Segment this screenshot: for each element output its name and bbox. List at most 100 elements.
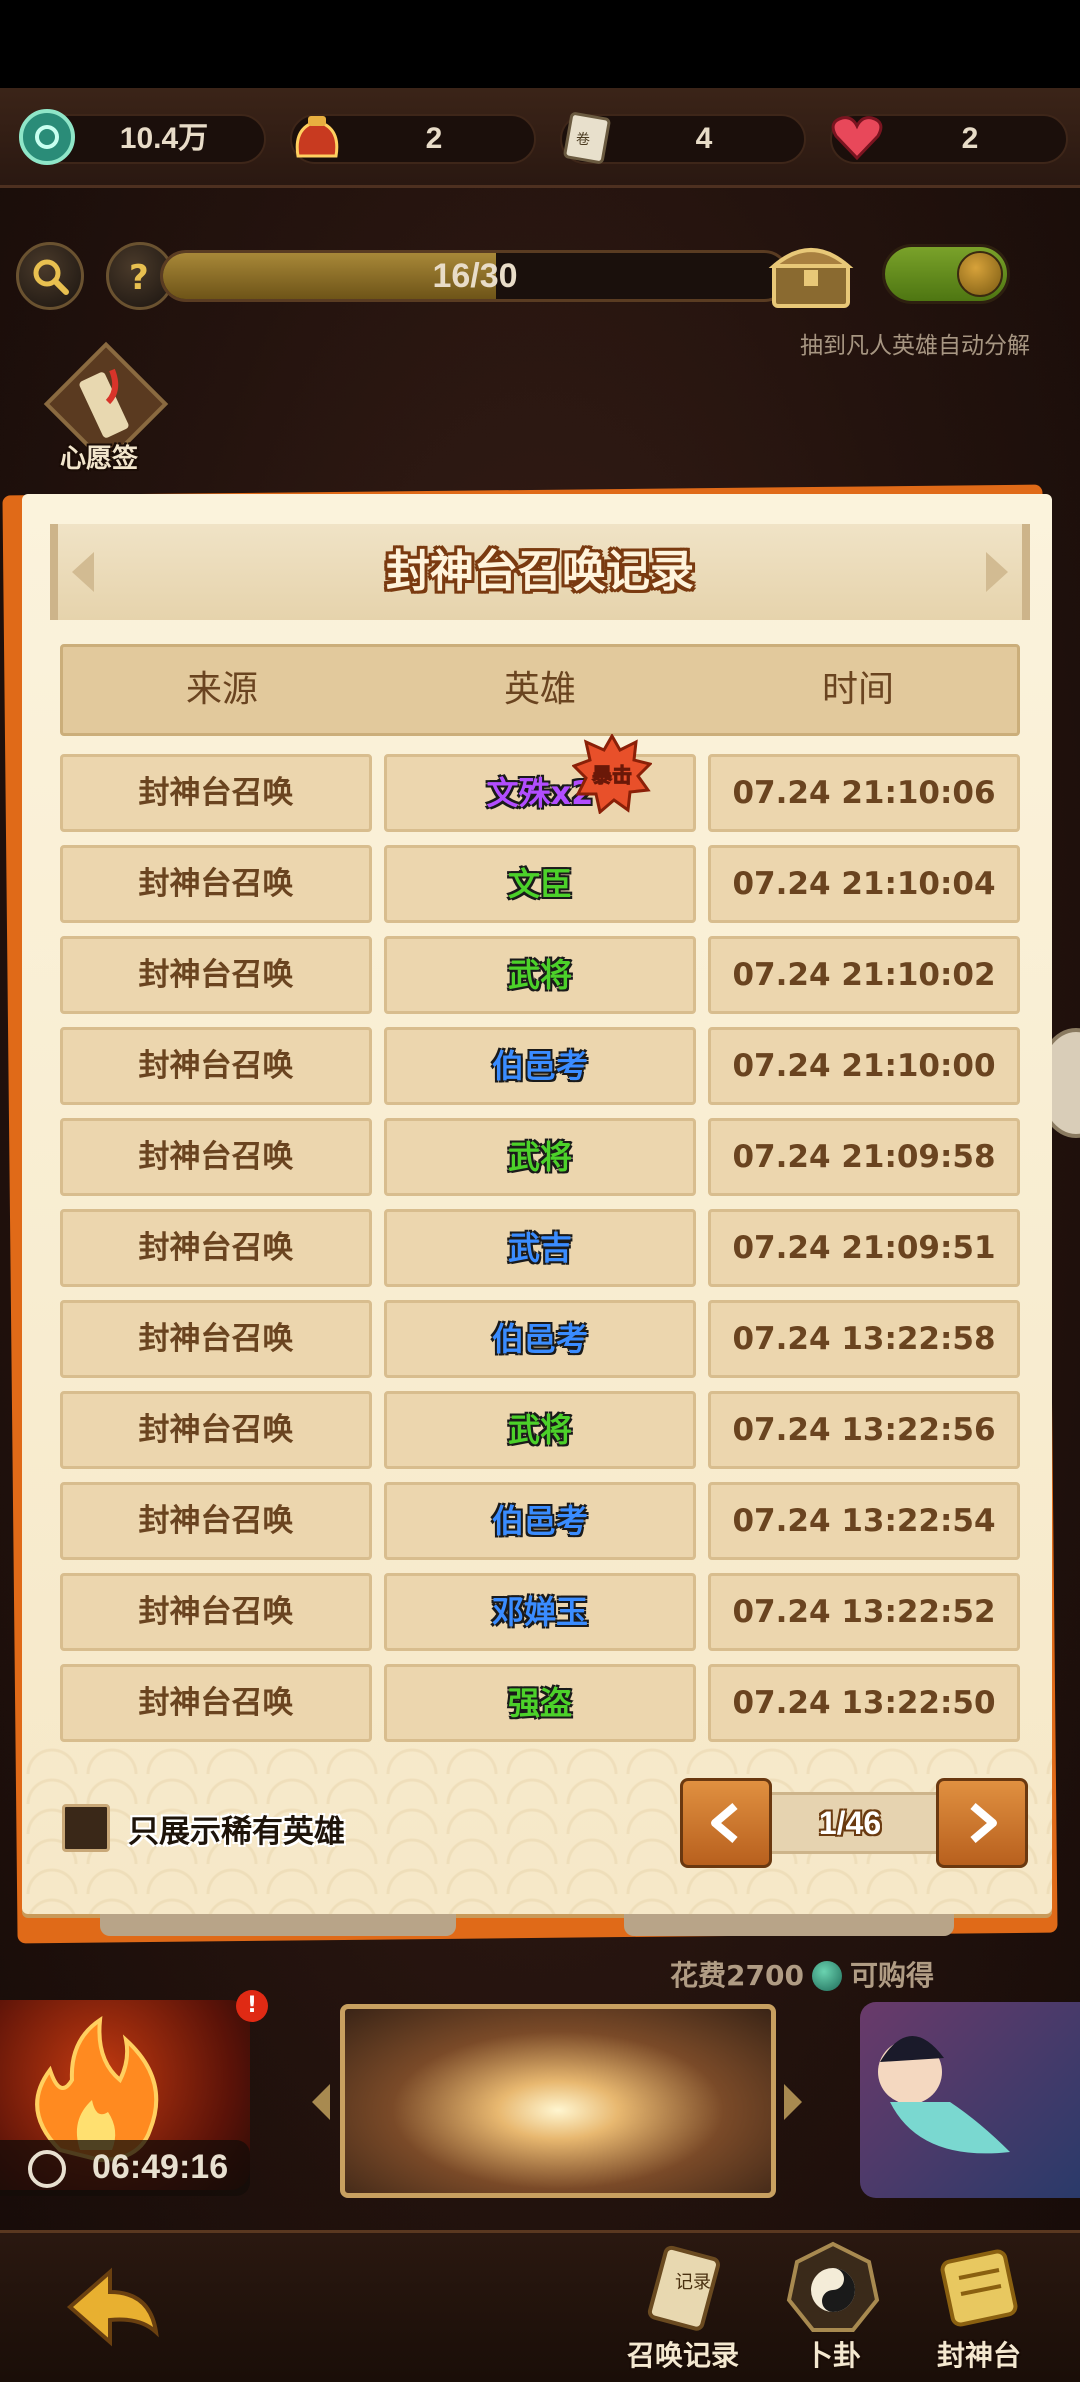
question-icon: ? bbox=[129, 258, 149, 296]
rare-only-checkbox[interactable] bbox=[62, 1804, 110, 1852]
column-header-source: 来源 bbox=[185, 669, 258, 710]
time-cell: 07.24 13:22:54 bbox=[708, 1482, 1020, 1560]
dialog-title: 封神台召唤记录 bbox=[386, 546, 694, 597]
tab-summon-record[interactable]: 记录 召唤记录 bbox=[618, 2238, 748, 2378]
table-row: 封神台召唤 伯邑考 07.24 21:10:00 bbox=[60, 1027, 1020, 1105]
chevron-right-icon bbox=[970, 1802, 997, 1844]
source-cell: 封神台召唤 bbox=[60, 1209, 372, 1287]
carousel-next-arrow[interactable] bbox=[784, 2084, 802, 2120]
next-page-button[interactable] bbox=[936, 1778, 1028, 1868]
source-cell: 封神台召唤 bbox=[60, 1573, 372, 1651]
search-icon bbox=[33, 259, 69, 295]
hero-name: 邓婵玉 bbox=[491, 1593, 588, 1631]
resource-scroll-value: 4 bbox=[695, 122, 713, 155]
source-cell: 封神台召唤 bbox=[60, 1027, 372, 1105]
summon-portal-card[interactable] bbox=[340, 2004, 776, 2198]
hero-name: 武将 bbox=[507, 1138, 572, 1176]
resource-jade-value: 10.4万 bbox=[119, 122, 209, 155]
jade-coin-icon bbox=[811, 1961, 842, 1991]
source-cell: 封神台召唤 bbox=[60, 1482, 372, 1560]
cost-text: 花费2700 可购得 bbox=[670, 1954, 934, 1994]
button-strip-right bbox=[624, 1914, 954, 1936]
tab-label: 卜卦 bbox=[804, 2339, 861, 2372]
resource-pouch-value: 2 bbox=[425, 122, 443, 155]
crit-badge: 暴击 bbox=[572, 734, 652, 814]
source-cell: 封神台召唤 bbox=[60, 845, 372, 923]
altar-scroll-icon bbox=[940, 2249, 1018, 2327]
table-row: 封神台召唤 强盗 07.24 13:22:50 bbox=[60, 1664, 1020, 1742]
time-cell: 07.24 13:22:50 bbox=[708, 1664, 1020, 1742]
search-button[interactable] bbox=[16, 242, 84, 310]
hero-cell: 伯邑考 bbox=[384, 1300, 696, 1378]
carousel-prev-arrow[interactable] bbox=[312, 2084, 330, 2120]
rare-only-label[interactable]: 只展示稀有英雄 bbox=[128, 1806, 345, 1851]
source-cell: 封神台召唤 bbox=[60, 1391, 372, 1469]
hero-cell: 伯邑考 bbox=[384, 1482, 696, 1560]
time-cell: 07.24 13:22:52 bbox=[708, 1573, 1020, 1651]
tab-fengshen-altar[interactable]: 封神台 bbox=[914, 2238, 1044, 2378]
hero-cell: 邓婵玉 bbox=[384, 1573, 696, 1651]
tab-divination[interactable]: 卜卦 bbox=[768, 2238, 898, 2378]
time-cell: 07.24 21:10:00 bbox=[708, 1027, 1020, 1105]
table-row: 封神台召唤 武将 07.24 21:10:02 bbox=[60, 936, 1020, 1014]
hero-cell: 武将 bbox=[384, 936, 696, 1014]
hero-name: 武将 bbox=[507, 1411, 572, 1449]
table-row: 封神台召唤 文臣 07.24 21:10:04 bbox=[60, 845, 1020, 923]
prev-page-button[interactable] bbox=[680, 1778, 772, 1868]
hero-name: 强盗 bbox=[507, 1684, 572, 1722]
back-arrow-icon[interactable] bbox=[60, 2262, 160, 2352]
chevron-left-icon bbox=[711, 1802, 738, 1844]
hero-card-right[interactable] bbox=[860, 2002, 1080, 2198]
dialog-title-bar: 封神台召唤记录 bbox=[50, 524, 1030, 620]
source-cell: 封神台召唤 bbox=[60, 1300, 372, 1378]
column-header-time: 时间 bbox=[821, 669, 894, 710]
column-header-hero: 英雄 bbox=[503, 669, 576, 710]
resource-heart-value: 2 bbox=[961, 122, 979, 155]
svg-text:卷: 卷 bbox=[576, 132, 590, 148]
source-cell: 封神台召唤 bbox=[60, 1664, 372, 1742]
notification-badge: ! bbox=[236, 1990, 268, 2022]
source-cell: 封神台召唤 bbox=[60, 1118, 372, 1196]
time-cell: 07.24 21:09:58 bbox=[708, 1118, 1020, 1196]
hero-cell: 强盗 bbox=[384, 1664, 696, 1742]
time-cell: 07.24 21:10:06 bbox=[708, 754, 1020, 832]
source-cell: 封神台召唤 bbox=[60, 936, 372, 1014]
resource-bar: 10.4万 2 卷 4 2 bbox=[0, 88, 1080, 188]
hero-cell: 武将 bbox=[384, 1391, 696, 1469]
table-row: 封神台召唤 武将 07.24 13:22:56 bbox=[60, 1391, 1020, 1469]
resource-scroll[interactable]: 卷 4 bbox=[560, 112, 806, 164]
hero-name: 文臣 bbox=[507, 865, 572, 903]
countdown-timer: 06:49:16 bbox=[92, 2148, 229, 2186]
tab-label: 召唤记录 bbox=[626, 2339, 739, 2372]
table-row: 封神台召唤 武将 07.24 21:09:58 bbox=[60, 1118, 1020, 1196]
hero-name: 武将 bbox=[507, 956, 572, 994]
yin-yang-icon bbox=[786, 2241, 880, 2332]
progress-text: 16/30 bbox=[432, 257, 518, 295]
wish-label: 心愿签 bbox=[60, 444, 139, 474]
table-row: 封神台召唤 伯邑考 07.24 13:22:54 bbox=[60, 1482, 1020, 1560]
time-cell: 07.24 21:10:04 bbox=[708, 845, 1020, 923]
page-indicator: 1/46 bbox=[818, 1805, 882, 1841]
resource-jade[interactable]: 10.4万 bbox=[19, 109, 266, 165]
resource-heart[interactable]: 2 bbox=[830, 114, 1068, 164]
resource-pouch[interactable]: 2 bbox=[290, 114, 536, 164]
table-row: 封神台召唤 邓婵玉 07.24 13:22:52 bbox=[60, 1573, 1020, 1651]
cost-amount: 花费2700 bbox=[670, 1959, 804, 1992]
table-row: 封神台召唤 武吉 07.24 21:09:51 bbox=[60, 1209, 1020, 1287]
table-header: 来源 英雄 时间 bbox=[60, 644, 1020, 736]
cost-suffix: 可购得 bbox=[849, 1959, 934, 1992]
treasure-chest-icon[interactable] bbox=[766, 234, 856, 314]
hero-name: 武吉 bbox=[507, 1229, 572, 1267]
hero-cell: 武将 bbox=[384, 1118, 696, 1196]
svg-text:?: ? bbox=[129, 258, 149, 296]
time-cell: 07.24 21:10:02 bbox=[708, 936, 1020, 1014]
tab-label: 封神台 bbox=[936, 2339, 1021, 2372]
auto-decompose-label: 抽到凡人英雄自动分解 bbox=[800, 333, 1030, 359]
auto-decompose-toggle[interactable] bbox=[882, 244, 1010, 304]
hero-cell: 伯邑考 bbox=[384, 1027, 696, 1105]
time-cell: 07.24 13:22:56 bbox=[708, 1391, 1020, 1469]
hero-name: 伯邑考 bbox=[491, 1047, 588, 1085]
hero-portrait-icon bbox=[878, 2035, 1010, 2154]
hero-name: 伯邑考 bbox=[491, 1320, 588, 1358]
toggle-knob bbox=[957, 251, 1003, 297]
